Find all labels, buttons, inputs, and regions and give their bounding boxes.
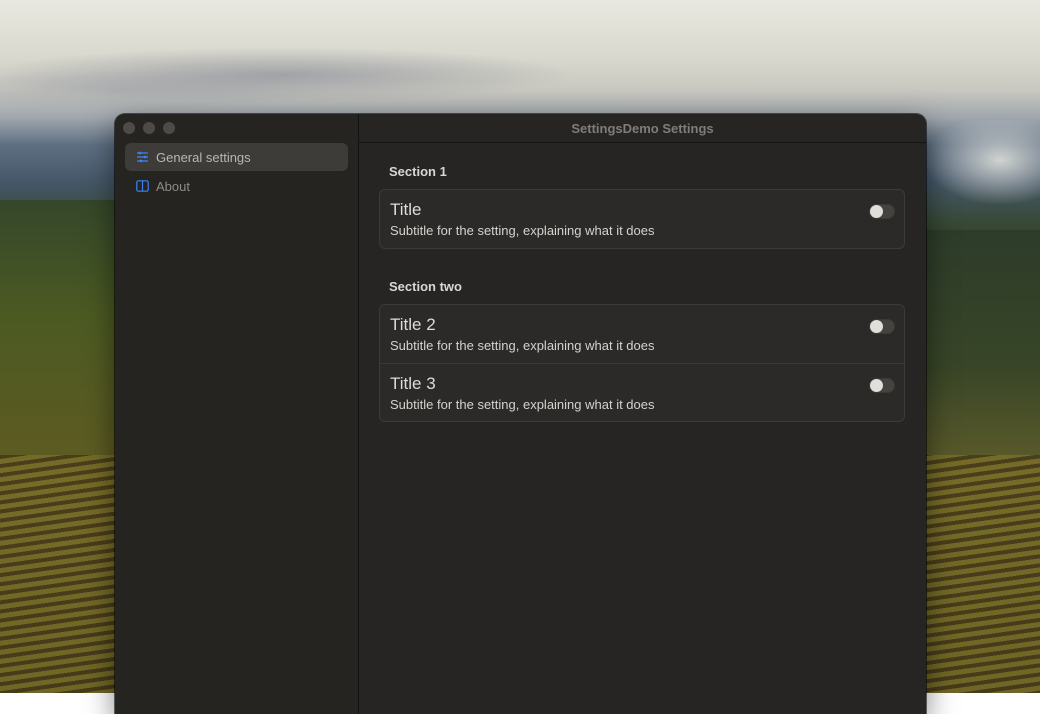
- setting-subtitle: Subtitle for the setting, explaining wha…: [390, 338, 655, 353]
- wallpaper-trees-right: [926, 230, 1040, 460]
- setting-title: Title 2: [390, 315, 436, 334]
- setting-row: Title 2 Subtitle for the setting, explai…: [380, 305, 904, 363]
- section-header-2: Section two: [389, 279, 462, 294]
- sliders-icon: [135, 150, 149, 164]
- info-panel-icon: [135, 179, 149, 193]
- settings-card-1: Title Subtitle for the setting, explaini…: [379, 189, 905, 249]
- setting-title: Title: [390, 200, 422, 219]
- wallpaper-trees-left: [0, 200, 120, 460]
- sidebar-list: General settings About: [125, 143, 348, 201]
- sidebar-item-general-settings[interactable]: General settings: [125, 143, 348, 171]
- setting-row: Title 3 Subtitle for the setting, explai…: [380, 363, 904, 421]
- section-header-1: Section 1: [389, 164, 447, 179]
- setting-toggle[interactable]: [869, 319, 895, 334]
- close-window-button[interactable]: [123, 122, 135, 134]
- sidebar-item-label: General settings: [156, 149, 251, 165]
- toggle-knob: [870, 379, 883, 392]
- setting-toggle[interactable]: [869, 378, 895, 393]
- minimize-window-button[interactable]: [143, 122, 155, 134]
- settings-card-2: Title 2 Subtitle for the setting, explai…: [379, 304, 905, 422]
- settings-content: SettingsDemo Settings Section 1 Title Su…: [359, 114, 926, 714]
- setting-title: Title 3: [390, 374, 436, 393]
- window-controls: [123, 122, 175, 134]
- zoom-window-button[interactable]: [163, 122, 175, 134]
- toggle-knob: [870, 320, 883, 333]
- setting-subtitle: Subtitle for the setting, explaining wha…: [390, 223, 655, 238]
- setting-toggle[interactable]: [869, 204, 895, 219]
- wallpaper-fog: [920, 120, 1040, 230]
- sidebar-item-about[interactable]: About: [125, 172, 348, 200]
- sidebar: General settings About: [115, 114, 359, 714]
- setting-row: Title Subtitle for the setting, explaini…: [380, 190, 904, 248]
- settings-window: General settings About SettingsDemo Sett…: [115, 114, 926, 714]
- sidebar-item-label: About: [156, 178, 190, 194]
- setting-subtitle: Subtitle for the setting, explaining wha…: [390, 397, 655, 412]
- toggle-knob: [870, 205, 883, 218]
- window-title: SettingsDemo Settings: [359, 114, 926, 143]
